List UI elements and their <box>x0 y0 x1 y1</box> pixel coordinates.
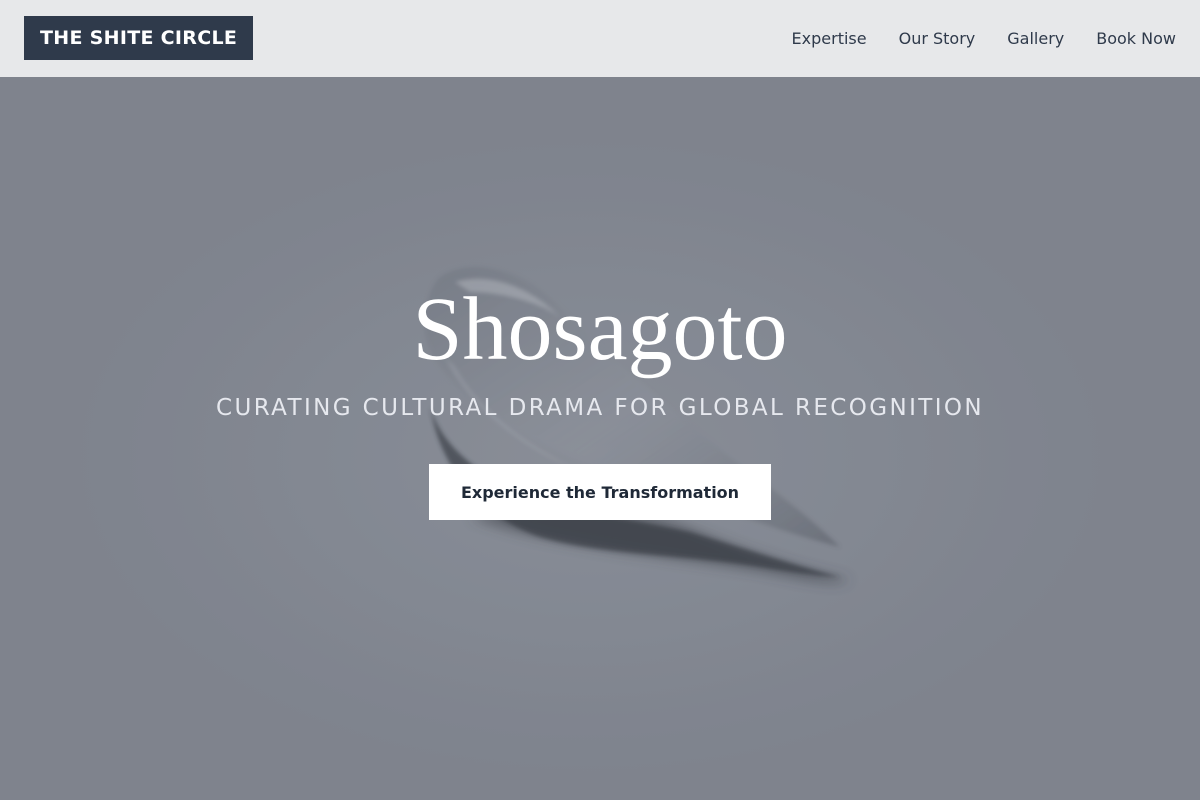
cta-button[interactable]: Experience the Transformation <box>429 464 771 520</box>
hero-section: Shosagoto CURATING CULTURAL DRAMA FOR GL… <box>0 77 1200 800</box>
nav-link-expertise[interactable]: Expertise <box>792 29 867 48</box>
site-logo[interactable]: THE SHITE CIRCLE <box>24 16 254 60</box>
site-header: THE SHITE CIRCLE Expertise Our Story Gal… <box>0 0 1200 77</box>
nav-link-gallery[interactable]: Gallery <box>1007 29 1064 48</box>
nav-link-book-now[interactable]: Book Now <box>1096 29 1176 48</box>
hero-overlay <box>0 77 1200 800</box>
main-nav: Expertise Our Story Gallery Book Now <box>760 0 1176 76</box>
hero-subtitle: CURATING CULTURAL DRAMA FOR GLOBAL RECOG… <box>216 395 984 421</box>
nav-link-our-story[interactable]: Our Story <box>899 29 976 48</box>
hero-title: Shosagoto <box>412 280 788 379</box>
